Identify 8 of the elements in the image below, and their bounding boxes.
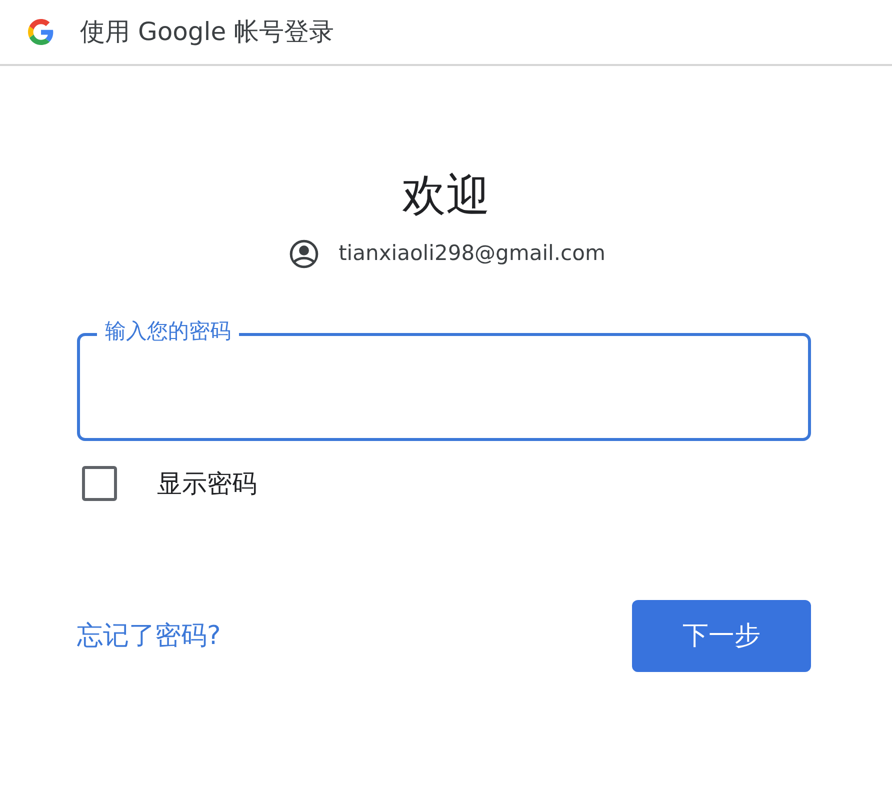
show-password-checkbox[interactable] [82, 466, 117, 502]
forgot-password-link[interactable]: 忘记了密码? [77, 616, 221, 656]
google-logo-icon [28, 19, 54, 45]
account-email: tianxiaoli298@gmail.com [338, 240, 606, 268]
welcome-heading: 欢迎 [401, 170, 491, 223]
window-title: 使用 Google 帐号登录 [80, 16, 334, 48]
next-button[interactable]: 下一步 [632, 600, 811, 672]
checkbox-label[interactable]: 显示密码 [157, 464, 257, 502]
